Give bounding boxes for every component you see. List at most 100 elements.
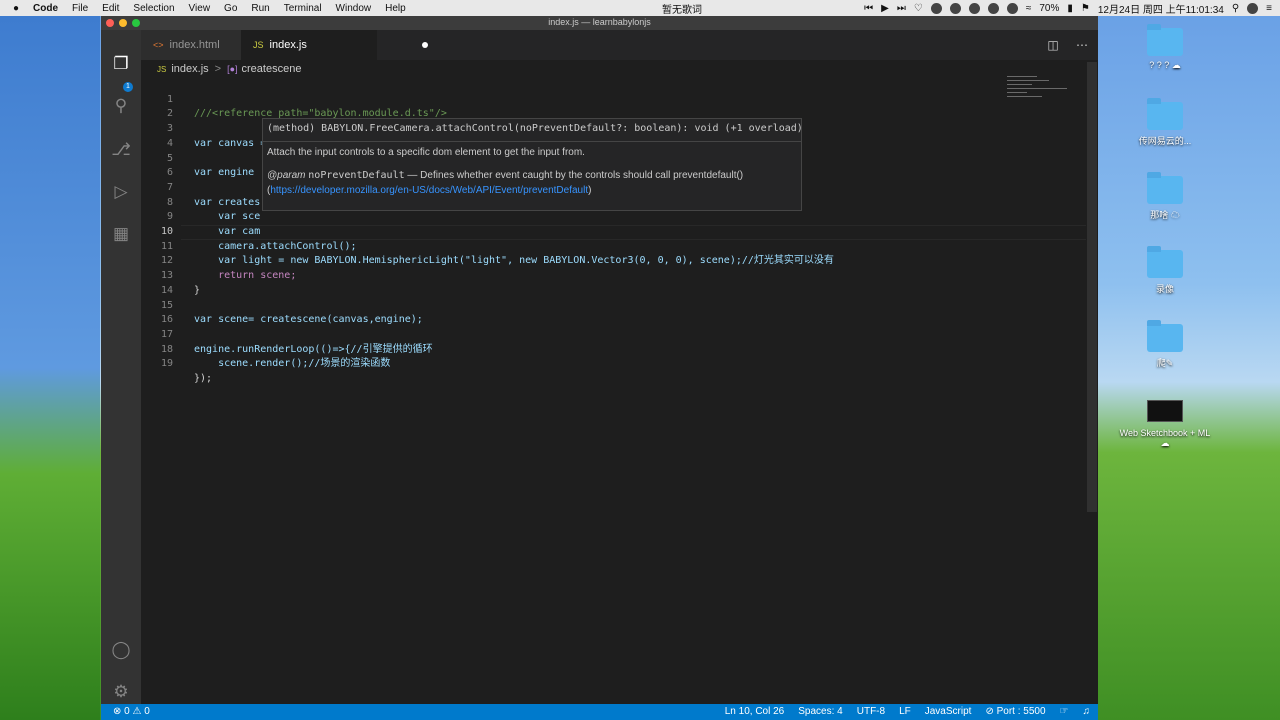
code-line: 14: [141, 269, 1086, 296]
problems-indicator[interactable]: ⊗ 0 ⚠ 0: [113, 704, 150, 720]
tray-app-icon[interactable]: [930, 2, 942, 14]
desktop-folder[interactable]: 传网易云的...: [1115, 98, 1215, 147]
desktop-folder[interactable]: ? ? ? ☁: [1115, 24, 1215, 71]
menu-help[interactable]: Help: [378, 3, 413, 14]
code-text: scene.render();//场景的渲染函数: [194, 358, 391, 370]
feedback-icon[interactable]: ☞: [1060, 704, 1069, 720]
window-title: index.js — learnbabylonjs: [548, 17, 651, 27]
account-icon[interactable]: ◯: [111, 640, 131, 660]
code-line: 1 ///<reference path="babylon.module.d.t…: [141, 78, 1086, 120]
code-line: 15 var scene= createscene(canvas,engine)…: [141, 284, 1086, 326]
hover-description: Attach the input controls to a specific …: [267, 147, 585, 158]
code-line: 17 engine.runRenderLoop(()=>{//引擎提供的循环: [141, 313, 1086, 355]
desktop-folder[interactable]: 爬✎: [1115, 320, 1215, 369]
code-line: 11 var light = new BABYLON.HemisphericLi…: [141, 225, 1086, 267]
tab-label: index.html: [169, 39, 220, 51]
control-center-icon[interactable]: ≡: [1266, 3, 1272, 14]
html-file-icon: <>: [153, 40, 164, 50]
symbol-icon: [●]: [227, 64, 238, 74]
tab-index-html[interactable]: <> index.html: [141, 30, 241, 60]
desktop-file-label: Web Sketchbook + ML ☁: [1119, 428, 1211, 448]
input-flag-icon[interactable]: ⚑: [1081, 3, 1090, 14]
hover-param: @param noPreventDefault — Defines whethe…: [267, 168, 787, 198]
extensions-icon[interactable]: ▦: [111, 224, 131, 244]
folder-icon: [1147, 320, 1183, 352]
heart-icon[interactable]: ♡: [914, 3, 923, 14]
menu-go[interactable]: Go: [217, 3, 244, 14]
explorer-icon[interactable]: ❐: [111, 54, 131, 74]
code-line: 12 return scene;: [141, 240, 1086, 281]
folder-icon: [1147, 98, 1183, 130]
app-menu[interactable]: Code: [26, 3, 65, 14]
tray-app-icon[interactable]: [949, 2, 961, 14]
cursor-position[interactable]: Ln 10, Col 26: [725, 704, 785, 720]
more-actions-icon[interactable]: ⋯: [1076, 38, 1088, 52]
siri-icon[interactable]: [1247, 2, 1259, 14]
end-of-line[interactable]: LF: [899, 704, 911, 720]
clock-text[interactable]: 12月24日 周四 上午11:01:34: [1098, 1, 1224, 16]
menu-edit[interactable]: Edit: [95, 3, 126, 14]
split-editor-icon[interactable]: ◫: [1047, 38, 1058, 52]
hover-param-close: ): [588, 185, 592, 196]
search-icon[interactable]: ⚲: [1232, 3, 1239, 14]
desktop-file[interactable]: Web Sketchbook + ML ☁: [1115, 400, 1215, 449]
warning-icon: ⚠: [132, 706, 142, 717]
hover-param-tag: @param: [267, 170, 306, 181]
status-bar: ⊗ 0 ⚠ 0 Ln 10, Col 26 Spaces: 4 UTF-8 LF…: [101, 704, 1098, 720]
hover-param-link[interactable]: https://developer.mozilla.org/en-US/docs…: [270, 185, 588, 196]
code-line: 2: [141, 93, 1086, 119]
notifications-bell-icon[interactable]: ♫: [1083, 704, 1091, 720]
hover-param-name: noPreventDefault: [308, 170, 405, 181]
battery-text[interactable]: 70%: [1039, 3, 1059, 14]
minimap[interactable]: [1007, 76, 1087, 106]
vscode-window: index.js — learnbabylonjs ❐ 1 ⚲ ⎇ ▷ ▦ ◯ …: [101, 16, 1098, 720]
wechat-icon[interactable]: [968, 2, 980, 14]
explorer-badge: 1: [123, 82, 133, 92]
settings-gear-icon[interactable]: ⚙: [111, 682, 131, 702]
breadcrumb: JS index.js > [●] createscene: [141, 60, 1098, 78]
language-mode[interactable]: JavaScript: [925, 704, 972, 720]
desktop-folder-label: 爬✎: [1156, 358, 1174, 368]
play-icon[interactable]: ▶: [881, 3, 889, 14]
tray-app-icon[interactable]: [987, 2, 999, 14]
desktop-folder-label: ? ? ? ☁: [1149, 60, 1181, 70]
file-thumbnail: [1147, 400, 1183, 422]
previous-track-icon[interactable]: ⏮: [864, 3, 873, 14]
run-debug-icon[interactable]: ▷: [111, 182, 131, 202]
apple-menu-icon[interactable]: ●: [6, 3, 26, 14]
desktop-folder[interactable]: 那啥 ☁: [1115, 172, 1215, 221]
next-track-icon[interactable]: ⏭: [897, 3, 906, 14]
tray-app-icon[interactable]: [1006, 2, 1018, 14]
indentation[interactable]: Spaces: 4: [798, 704, 842, 720]
menu-window[interactable]: Window: [329, 3, 379, 14]
title-bar: index.js — learnbabylonjs: [101, 16, 1098, 30]
encoding[interactable]: UTF-8: [857, 704, 885, 720]
wifi-icon[interactable]: ≈: [1026, 3, 1032, 14]
editor-tabs: <> index.html JS index.js ◫ ⋯: [141, 30, 1098, 60]
menu-selection[interactable]: Selection: [126, 3, 181, 14]
warning-count: 0: [144, 706, 150, 717]
desktop-folder[interactable]: 录像: [1115, 246, 1215, 295]
live-server-port[interactable]: ⊘ Port : 5500: [985, 704, 1045, 720]
menu-terminal[interactable]: Terminal: [277, 3, 329, 14]
hover-tooltip: (method) BABYLON.FreeCamera.attachContro…: [262, 118, 803, 211]
js-file-icon: JS: [253, 40, 264, 50]
menu-view[interactable]: View: [182, 3, 218, 14]
tab-index-js[interactable]: JS index.js: [241, 30, 428, 60]
editor-actions: ◫ ⋯: [1033, 30, 1088, 60]
battery-icon[interactable]: ▮: [1067, 3, 1073, 14]
breadcrumb-symbol[interactable]: createscene: [242, 63, 302, 75]
menu-file[interactable]: File: [65, 3, 95, 14]
hover-signature: (method) BABYLON.FreeCamera.attachContro…: [267, 123, 803, 134]
lyrics-text[interactable]: 暂无歌词: [662, 1, 702, 16]
vertical-scrollbar[interactable]: [1087, 62, 1097, 512]
source-control-icon[interactable]: ⎇: [111, 140, 131, 160]
unsaved-dot-icon[interactable]: [422, 42, 428, 48]
menu-run[interactable]: Run: [244, 3, 276, 14]
search-icon[interactable]: ⚲: [111, 96, 131, 116]
folder-icon: [1147, 172, 1183, 204]
desktop-folder-label: 传网易云的...: [1138, 136, 1192, 146]
desktop-background-left: [0, 16, 100, 720]
desktop-folder-label: 那啥 ☁: [1150, 210, 1180, 220]
breadcrumb-file[interactable]: index.js: [171, 63, 208, 75]
